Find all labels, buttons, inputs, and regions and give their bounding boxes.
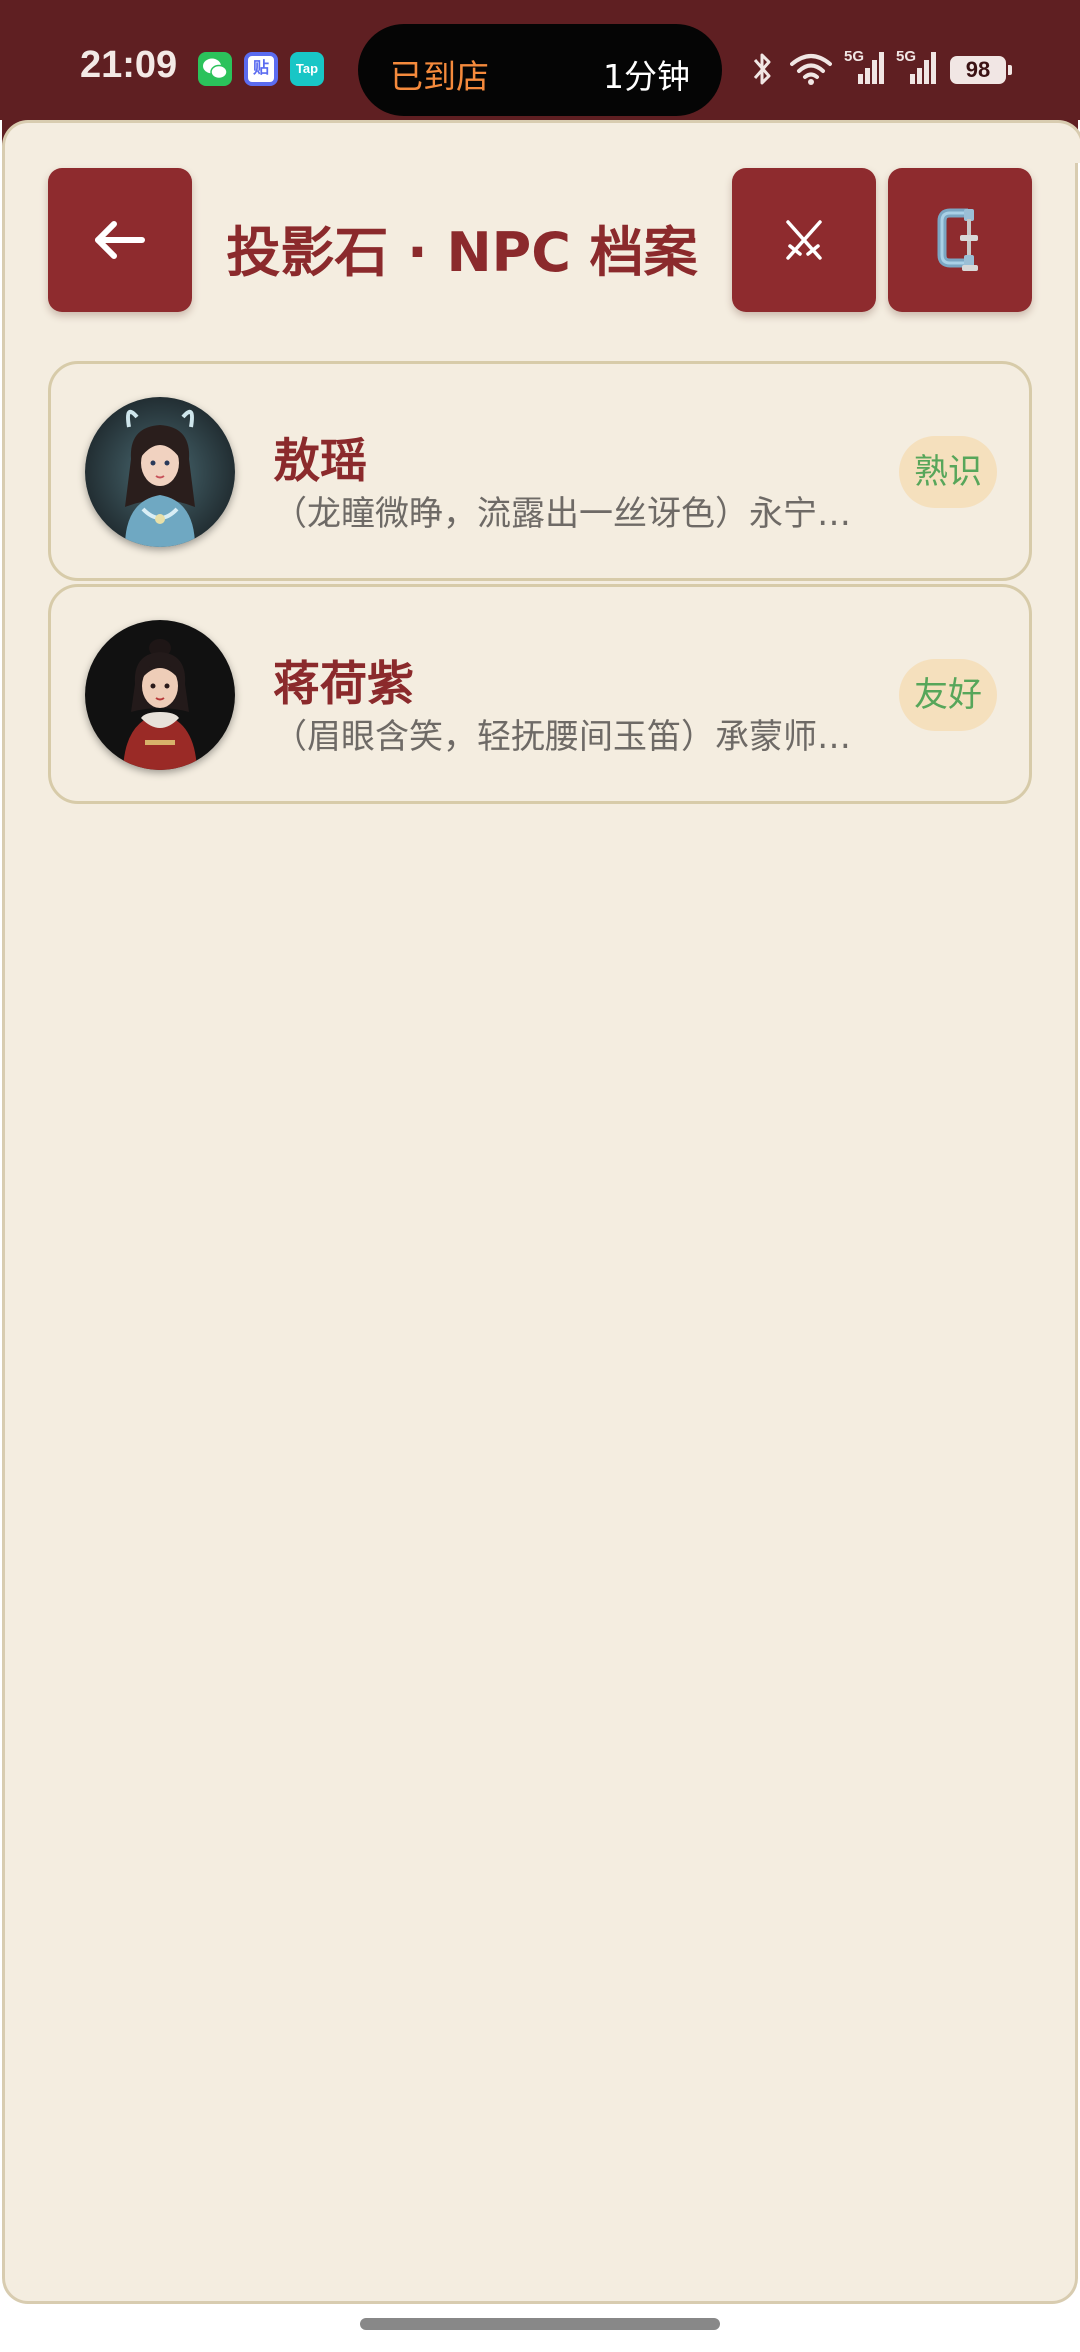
network-type-label: 5G [896, 48, 917, 65]
wechat-icon [198, 52, 232, 86]
npc-card[interactable]: 蒋荷紫 （眉眼含笑，轻抚腰间玉笛）承蒙师… 友好 [48, 584, 1032, 804]
back-button[interactable] [48, 168, 192, 312]
bluetooth-icon [753, 53, 771, 85]
pill-time-text: 1分钟 [603, 57, 690, 96]
status-time: 21:09 [80, 44, 178, 86]
arrow-left-icon [95, 221, 145, 259]
page-title: 投影石 · NPC 档案 [226, 221, 698, 284]
npc-avatar [85, 620, 235, 770]
battle-button[interactable] [732, 168, 876, 312]
live-activity-pill[interactable]: 已到店 1分钟 [358, 24, 722, 116]
status-bar: 21:09 贴 Tap 已到店 1分钟 5G 5G 98 [0, 0, 1080, 120]
npc-description: （龙瞳微睁，流露出一丝讶色）永宁… [273, 494, 851, 534]
npc-name: 蒋荷紫 [273, 657, 414, 712]
npc-name: 敖瑶 [273, 434, 367, 489]
npc-description: （眉眼含笑，轻抚腰间玉笛）承蒙师… [273, 717, 851, 757]
pill-status-text: 已到店 [390, 57, 489, 96]
tieba-icon: 贴 [244, 52, 278, 86]
clamp-icon [937, 208, 978, 271]
panel-top [2, 120, 1080, 163]
network-type-label: 5G [844, 48, 865, 65]
crossed-swords-icon [786, 220, 822, 260]
home-indicator[interactable] [360, 2318, 720, 2330]
clamp-button[interactable] [888, 168, 1032, 312]
taptap-icon: Tap [290, 52, 324, 86]
signal-icon: 5G [844, 48, 888, 88]
wifi-icon [790, 54, 832, 85]
npc-avatar [85, 397, 235, 547]
signal-icon: 5G [896, 48, 940, 88]
battery-indicator: 98 [950, 56, 1012, 84]
npc-card[interactable]: 敖瑶 （龙瞳微睁，流露出一丝讶色）永宁… 熟识 [48, 361, 1032, 581]
relation-badge: 熟识 [899, 436, 997, 508]
relation-badge: 友好 [899, 659, 997, 731]
